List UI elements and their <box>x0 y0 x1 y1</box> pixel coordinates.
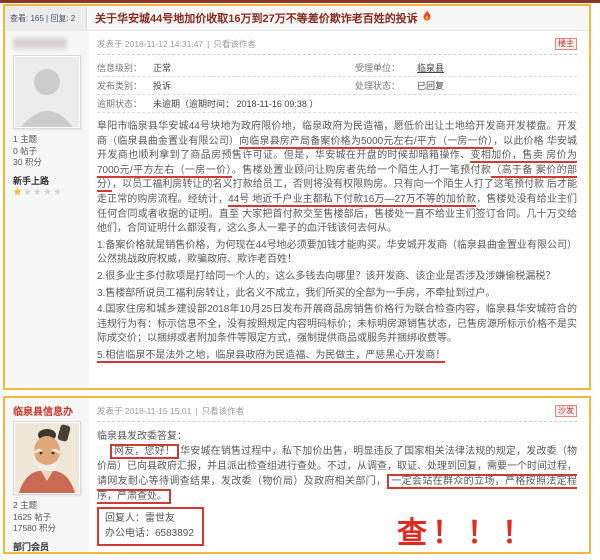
overdue-label: 逾期状态： <box>97 97 153 110</box>
star-icon-empty: ★★★★ <box>23 187 63 198</box>
red-underlined-text: 44号 地近千户业主都私下付款16万—27万不等的加价款 <box>228 194 476 207</box>
plain-text: 。售楼处置业顾问让购房者先给一个陌生人打一笔预付款 <box>232 165 491 176</box>
info-row-3: 逾期状态： 未逾期（逾期时间： 2018-11-16 09:38 ） <box>97 95 577 113</box>
post-1: 查看: 165 | 回复: 2 关于华安城44号地加价收取16万到27万不等差价… <box>3 4 591 390</box>
responder-phone: 办公电话：6583892 <box>105 526 194 541</box>
thread-title-bar: 关于华安城44号地加价收取16万到27万不等差价欺诈老百姓的投诉 <box>87 6 589 30</box>
star-icon-filled: ★ <box>13 187 23 198</box>
category-value: 投诉 <box>153 79 333 92</box>
divider <box>97 54 577 55</box>
red-boxed-text: 网友，您好！ <box>110 444 179 459</box>
post1-body: 阜阳市临泉县华安城44号块地为政府限价地，临泉政府为民造福，愿低价出让土地给开发… <box>97 120 577 364</box>
user-rank: 新手上路 <box>13 174 89 187</box>
info-level-value: 正常 <box>153 61 333 74</box>
accept-unit-label: 受理单位： <box>355 61 417 74</box>
post2-avatar[interactable] <box>13 421 81 495</box>
plain-text: 4.国家住房和城乡建设部2018年10月25日发布开展商品房销售价格行为联合检查… <box>97 304 577 344</box>
view-reply-count: 查看: 165 | 回复: 2 <box>5 6 87 30</box>
points-count: 17580 积分 <box>13 523 89 535</box>
only-author-link[interactable]: 只看该作者 <box>202 405 245 417</box>
status-value: 已回复 <box>417 79 444 92</box>
responder-box: 回复人：雷世友 办公电话：6583892 <box>97 507 204 546</box>
rank-stars: ★★★★★ <box>13 187 89 199</box>
post2-dateline: 发表于 2018-11-15 15:01 | 只看该作者 沙发 <box>97 404 577 418</box>
flame-icon <box>422 9 432 27</box>
topics-count: 1 主题 <box>13 134 89 146</box>
topics-count: 2 主题 <box>13 500 89 512</box>
thread-title: 关于华安城44号地加价收取16万到27万不等差价欺诈老百姓的投诉 <box>95 10 418 26</box>
star-icon-filled: ★★★★★ <box>13 553 63 555</box>
body-item-2: 2.很多业主多付款项是打给同一个人的，这么多钱去向哪里？该开发商、该企业是否涉及… <box>97 270 577 285</box>
plain-text: 3.售楼部所说员工福利房转让，此名义不成立，我们所买的全部为一手房，不牵扯到过户… <box>97 288 495 299</box>
old-man-avatar-image <box>15 423 79 493</box>
red-underlined-text: 向临泉县房产局备案价格为5000元左右/平方（一房一价） <box>239 136 493 149</box>
cha-stamp-annotation: 查！！！ <box>397 508 537 552</box>
post-date: 发表于 2018-11-15 15:01 <box>97 405 191 417</box>
post1-content: 发表于 2018-11-12 14:31:47 | 只看该作者 楼主 信息级别：… <box>89 31 589 390</box>
user-rank: 部门会员 <box>13 540 89 553</box>
body-paragraph: 阜阳市临泉县华安城44号块地为政府限价地，临泉政府为民造福，愿低价出让土地给开发… <box>97 120 577 237</box>
body-item-5: 5.相信临泉不是法外之地，临泉县政府为民造福、为民做主，严惩黑心开发商！ <box>97 349 577 364</box>
body-item-1: 1.备案价格就是销售价格，为何现在44号地必须要加钱才能购买。华安城开发商（临泉… <box>97 239 577 268</box>
status-label: 处理状态： <box>355 79 417 92</box>
reply-heading: 临泉县发改委答复： <box>97 427 577 442</box>
info-row-2: 发布类别： 投诉 处理状态： 已回复 <box>97 77 577 95</box>
thread-header: 查看: 165 | 回复: 2 关于华安城44号地加价收取16万到27万不等差价… <box>5 6 589 31</box>
plain-text: 2.很多业主多付款项是打给同一个人的，这么多钱去向哪里？该开发商、该企业是否涉及… <box>97 271 555 282</box>
category-label: 发布类别： <box>97 79 153 92</box>
rank-stars: ★★★★★ <box>13 553 89 555</box>
only-author-link[interactable]: 只看该作者 <box>213 38 256 50</box>
info-level-label: 信息级别： <box>97 61 153 74</box>
blurred-username <box>13 38 67 49</box>
post1-avatar[interactable] <box>13 55 81 129</box>
plain-text: 1.备案价格就是销售价格，为何现在44号地必须要加钱才能购买。华安城开发商（临泉… <box>97 240 577 266</box>
responder-name: 回复人：雷世友 <box>105 511 194 526</box>
complaint-info-table: 信息级别： 正常 受理单位： 临泉县 发布类别： 投诉 处理状态： 已回复 逾期… <box>97 59 577 113</box>
post-2: 临泉县信息办 2 主题 1625 帖子 17580 积 <box>3 396 591 554</box>
post2-sidebar: 临泉县信息办 2 主题 1625 帖子 17580 积 <box>5 398 89 552</box>
posts-count: 0 帖子 <box>13 146 89 158</box>
reply-body: 网友，您好！华安城在销售过程中，私下加价出售，明显违反了国家相关法律法规的规定，… <box>97 444 577 504</box>
floor-badge-shafa[interactable]: 沙发 <box>555 405 577 417</box>
body-item-3: 3.售楼部所说员工福利房转让，此名义不成立，我们所买的全部为一手房，不牵扯到过户… <box>97 287 577 302</box>
divider <box>97 421 577 422</box>
post1-sidebar: 1 主题 0 帖子 30 积分 新手上路 ★★★★★ <box>5 31 89 390</box>
red-underlined-text: 5.相信临泉不是法外之地，临泉县政府为民造福、为民做主，严惩黑心开发商！ <box>97 350 445 363</box>
top-maroon-strip <box>0 0 600 3</box>
posts-count: 1625 帖子 <box>13 512 89 524</box>
default-avatar-icon <box>15 57 79 127</box>
post1-dateline: 发表于 2018-11-12 14:31:47 | 只看该作者 楼主 <box>97 37 577 51</box>
body-item-4: 4.国家住房和城乡建设部2018年10月25日发布开展商品房销售价格行为联合检查… <box>97 303 577 347</box>
info-row-1: 信息级别： 正常 受理单位： 临泉县 <box>97 59 577 77</box>
points-count: 30 积分 <box>13 157 89 169</box>
forum-page: { "colors": { "border_yellow": "#f0b93d"… <box>0 0 600 560</box>
overdue-value: 未逾期（逾期时间： 2018-11-16 09:38 ） <box>153 97 318 110</box>
post-date: 发表于 2018-11-12 14:31:47 <box>97 38 203 50</box>
floor-badge-louzhu[interactable]: 楼主 <box>555 38 577 50</box>
post2-username[interactable]: 临泉县信息办 <box>13 403 89 418</box>
accept-unit-link[interactable]: 临泉县 <box>417 61 444 74</box>
